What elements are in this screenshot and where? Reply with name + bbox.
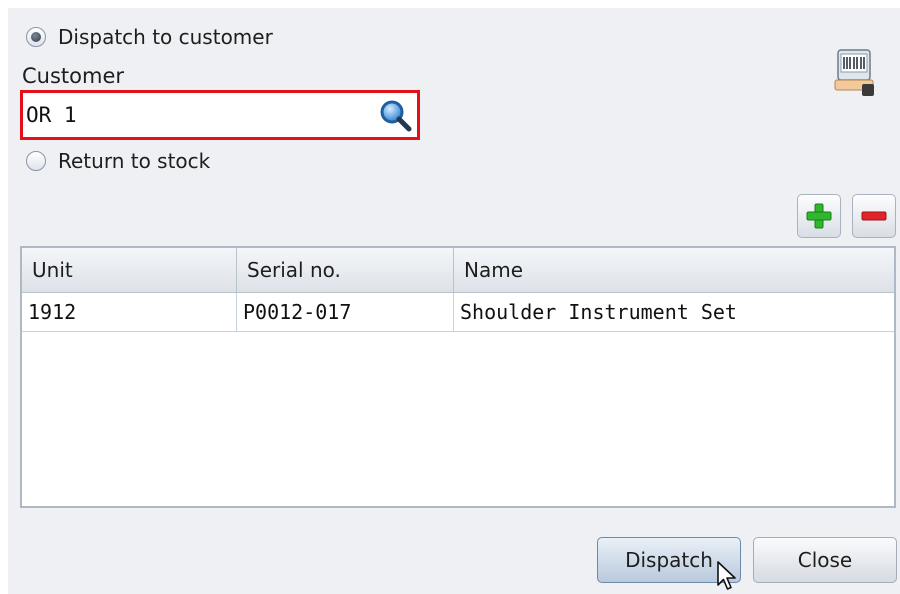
close-button[interactable]: Close <box>753 537 897 583</box>
minus-icon <box>861 211 887 221</box>
column-header-unit[interactable]: Unit <box>22 248 237 293</box>
dispatch-label: Dispatch to customer <box>58 25 273 49</box>
units-table: Unit Serial no. Name 1912 P0012-017 Shou… <box>20 246 896 508</box>
barcode-scanner-icon[interactable] <box>832 48 876 98</box>
cell-serial: P0012-017 <box>236 292 454 332</box>
plus-icon <box>806 203 832 229</box>
magnifier-icon <box>380 100 412 132</box>
customer-search-button[interactable] <box>377 97 413 133</box>
mouse-cursor-icon <box>717 561 736 590</box>
return-radio[interactable] <box>26 151 46 171</box>
dispatch-radio[interactable] <box>26 27 46 47</box>
column-header-serial[interactable]: Serial no. <box>236 248 454 293</box>
return-option[interactable]: Return to stock <box>26 149 210 173</box>
customer-input[interactable] <box>26 96 376 134</box>
return-label: Return to stock <box>58 149 211 173</box>
table-header-row: Unit Serial no. Name <box>22 248 894 293</box>
add-button[interactable] <box>797 194 841 238</box>
table-row[interactable]: 1912 P0012-017 Shoulder Instrument Set <box>22 292 894 332</box>
customer-label: Customer <box>22 64 125 88</box>
cell-unit: 1912 <box>22 292 237 332</box>
column-header-name[interactable]: Name <box>453 248 894 293</box>
dispatch-option[interactable]: Dispatch to customer <box>26 25 273 49</box>
customer-field <box>20 90 420 140</box>
cell-name: Shoulder Instrument Set <box>453 292 894 332</box>
remove-button[interactable] <box>852 194 896 238</box>
